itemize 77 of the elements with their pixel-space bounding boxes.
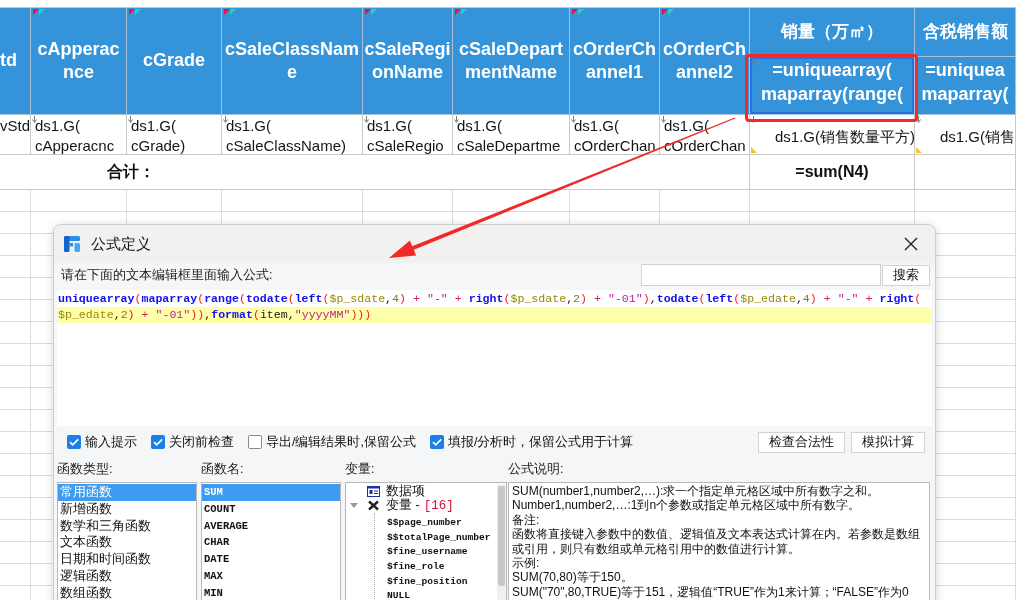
header-label: td [0,49,17,73]
description-text: SUM("70",80,TRUE)等于151，逻辑值“TRUE”作为1来计算；“FALSE”作为0 [512,584,910,600]
list-item[interactable]: MIN [202,584,340,600]
checkbox-label: 输入提示 [85,433,137,451]
cell-text: ds1.G( cGrade) [131,116,186,155]
caret-icon[interactable] [350,503,358,509]
cross-icon [367,500,380,512]
list-item[interactable]: 数组函数 [58,584,196,600]
list-item[interactable]: MAX [202,568,340,585]
formula-editor[interactable]: uniquearray(maparray(range(todate(left($p_sdate,4) + "-" + right($p_sdate,2) + "-01"),todate(left($p_edate,4) + "-" + right( $p_edate,2) + "-01")),format(item,"yyyyMM"))) [57,290,932,426]
cell-text: ds1.G(销售数量平方) [775,127,915,147]
dialog-title: 公式定义 [91,234,152,254]
prompt-text: 请在下面的文本编辑框里面输入公式: [60,266,274,284]
list-item[interactable]: DATE [202,551,340,568]
tree-item[interactable]: $fine_username [387,546,468,558]
tree-item[interactable]: $fine_position [387,575,468,587]
card-icon [367,485,380,497]
tree-item[interactable]: NULL [387,590,411,600]
tree-item[interactable]: $fine_role [387,560,445,572]
cell-text: ds1.G( cSaleClassName) [226,116,347,155]
list-item[interactable]: COUNT [202,500,340,518]
checkbox-label: 导出/编辑结果时,保留公式 [266,433,416,451]
tree-item[interactable]: $$page_number [387,517,462,529]
count-label: [16] [423,498,454,513]
description-text: 示例: [512,556,541,571]
checkbox-label: 关闭前检查 [169,433,234,451]
cell-text: ds1.G( cOrderChan [574,116,656,155]
close-icon [904,237,918,251]
header-label: 含税销售额 [922,21,1008,44]
description-text: 备注: [512,512,541,528]
formula-text: =uniquea maparray( [921,59,1009,106]
header-label: cOrderCh annel1 [573,37,656,84]
cell-text: ds1.G( cSaleDepartme [457,116,561,155]
panel-label: 公式说明: [508,462,565,478]
checkbox[interactable] [248,435,262,449]
panel-label: 函数类型: [57,462,114,478]
header-label: cSaleRegi onName [364,37,451,84]
tree-item[interactable]: 变量 - [386,497,420,515]
code-line: uniquearray(maparray(range(todate(left($p_sdate,4) + "-" + right($p_sdate,2) + "-01"),todate(left($p_edate,4) + "-" + right( [57,291,923,307]
checkbox[interactable] [67,435,81,449]
list-item[interactable]: AVERAGE [202,517,340,535]
header-label: 销量（万㎡） [781,21,883,44]
total-value: =sum(N4) [795,163,869,181]
header-label: cSaleClassNam e [224,37,360,84]
cell-text: ds1.G( cSaleRegio [367,116,444,155]
list-item[interactable]: 逻辑函数 [58,568,196,585]
action-button[interactable]: 模拟计算 [851,431,925,453]
header-label: cGrade [142,49,205,73]
list-item[interactable]: 数学和三角函数 [58,517,196,535]
list-item[interactable]: CHAR [202,534,340,552]
scrollbar-thumb[interactable] [498,486,505,586]
cell-text: vStd [0,116,30,136]
cell-text: ds1.G(销售 [940,127,1015,147]
checkbox[interactable] [151,435,165,449]
header-label: cOrderCh annel2 [663,37,746,84]
cell-text: ds1.G( cApperacnc [35,116,115,155]
panel-label: 变量: [345,462,376,478]
checkbox-label: 填报/分析时，保留公式用于计算 [447,433,634,451]
search-button[interactable]: 搜索 [882,264,930,286]
cell-text: ds1.G( cOrderChan [664,116,746,155]
list-item[interactable]: 日期和时间函数 [58,551,196,568]
list-item[interactable]: 新增函数 [58,500,196,518]
total-label: 合计： [107,161,155,182]
tree-item[interactable]: $$totalPage_number [387,531,491,543]
description-text: 函数将直接键入参数中的数值、逻辑值及文本表达式计算在内。若参数是数组或引用，则只有数组或单元格引用中的数值进行计算。 [512,527,921,557]
checkbox[interactable] [429,435,444,449]
app-logo-icon [63,235,81,253]
panel-label: 函数名: [201,462,245,478]
description-text: SUM(70,80)等于150。 [512,570,634,585]
action-button[interactable]: 检查合法性 [758,431,845,453]
formula-text: =uniquearray( maparray(range( [760,59,904,106]
header-label: cSaleDepart mentName [458,37,564,84]
description-text: SUM(number1,number2,…):求一个指定单元格区域中所有数字之和。 [512,484,881,499]
header-label: cApperac nce [37,37,120,84]
list-item[interactable]: 文本函数 [58,534,196,552]
search-field[interactable] [641,264,881,286]
description-text: Number1,number2,…:1到n个参数或指定单元格区域中所有数字。 [512,498,862,513]
